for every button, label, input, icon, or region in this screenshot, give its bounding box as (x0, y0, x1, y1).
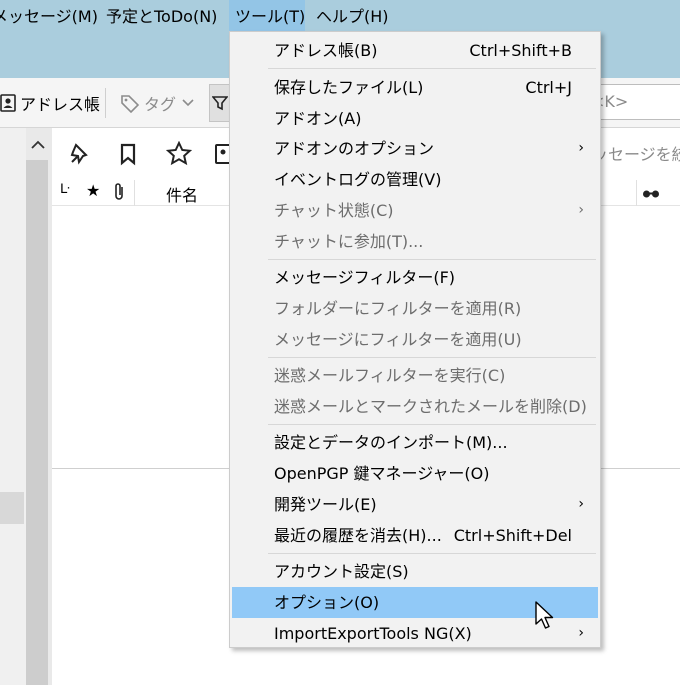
menu-item-openpgp-key-manager[interactable]: OpenPGP 鍵マネージャー(O) (232, 458, 598, 489)
menu-item-shortcut: Ctrl+Shift+B (469, 41, 572, 60)
menu-item-label: アドレス帳(B) (274, 41, 378, 60)
menu-item-label: ImportExportTools NG(X) (274, 624, 472, 643)
contact-icon[interactable] (214, 142, 231, 170)
star-icon[interactable] (165, 140, 193, 171)
menu-item-label: アドオン(A) (274, 109, 362, 128)
menu-item-chat-status[interactable]: チャット状態(C) › (232, 195, 598, 226)
menu-item-import[interactable]: 設定とデータのインポート(M)... (232, 427, 598, 458)
column-picker-icon[interactable] (642, 185, 660, 204)
tag-icon (120, 93, 140, 113)
thread-column-icon[interactable]: ᒷ (60, 182, 70, 197)
menu-help[interactable]: ヘルプ(H) (310, 0, 395, 34)
menu-item-label: 開発ツール(E) (274, 495, 377, 514)
menu-item-label: アドオンのオプション (274, 139, 435, 158)
menu-item-account-settings[interactable]: アカウント設定(S) (232, 556, 598, 587)
menu-item-delete-junk[interactable]: 迷惑メールとマークされたメールを削除(D) (232, 391, 598, 422)
menu-item-clear-history[interactable]: 最近の履歴を消去(H)... Ctrl+Shift+Del (232, 520, 598, 551)
tag-button[interactable]: タグ (120, 78, 198, 128)
menu-item-label: OpenPGP 鍵マネージャー(O) (274, 464, 490, 483)
menu-item-shortcut: Ctrl+Shift+Del (453, 526, 572, 545)
menu-item-addon-options[interactable]: アドオンのオプション › (232, 133, 598, 164)
tag-label: タグ (144, 95, 177, 114)
submenu-arrow-icon: › (578, 140, 584, 156)
scroll-up-icon[interactable] (30, 136, 46, 155)
menu-item-label: 保存したファイル(L) (274, 78, 424, 97)
menu-item-label: フォルダーにフィルターを適用(R) (274, 299, 522, 318)
menu-item-label: 設定とデータのインポート(M)... (274, 433, 508, 452)
menu-item-label: イベントログの管理(V) (274, 170, 442, 189)
menu-separator (268, 553, 596, 554)
menu-item-label: 迷惑メールとマークされたメールを削除(D) (274, 397, 587, 416)
address-book-label: アドレス帳 (20, 95, 101, 114)
menu-separator (268, 357, 596, 358)
menu-item-label: オプション(O) (274, 593, 380, 612)
menu-events-tasks[interactable]: 予定とToDo(N) (100, 0, 223, 34)
menu-item-label: メッセージにフィルターを適用(U) (274, 330, 522, 349)
menu-item-label: チャットに参加(T)... (274, 232, 424, 251)
menu-item-apply-filters-folder[interactable]: フォルダーにフィルターを適用(R) (232, 293, 598, 324)
chevron-down-icon (182, 99, 194, 107)
bookmark-icon[interactable] (118, 142, 138, 170)
submenu-arrow-icon: › (578, 496, 584, 512)
menu-separator (268, 259, 596, 260)
menu-item-label: アカウント設定(S) (274, 562, 409, 581)
submenu-arrow-icon: › (578, 202, 584, 218)
filter-icon (212, 95, 228, 111)
star-column-icon[interactable]: ★ (86, 181, 100, 200)
menu-separator (268, 68, 596, 69)
quick-filter-input[interactable]: ッセージを絞 (592, 140, 680, 170)
subject-column-header[interactable]: 件名 (166, 182, 198, 206)
menu-item-message-filters[interactable]: メッセージフィルター(F) (232, 262, 598, 293)
column-divider (636, 180, 637, 206)
menu-item-label: メッセージフィルター(F) (274, 268, 456, 287)
menu-item-saved-files[interactable]: 保存したファイル(L) Ctrl+J (232, 72, 598, 103)
address-book-button[interactable]: アドレス帳 (0, 78, 100, 128)
column-divider (134, 180, 135, 206)
menu-item-developer-tools[interactable]: 開発ツール(E) › (232, 489, 598, 520)
menu-item-event-log[interactable]: イベントログの管理(V) (232, 164, 598, 195)
menu-item-join-chat[interactable]: チャットに参加(T)... (232, 226, 598, 257)
menu-item-label: チャット状態(C) (274, 201, 394, 220)
pin-icon[interactable] (68, 142, 92, 170)
folder-selected-item[interactable] (0, 492, 24, 524)
menu-item-addons[interactable]: アドオン(A) (232, 103, 598, 134)
menu-item-run-junk-filter[interactable]: 迷惑メールフィルターを実行(C) (232, 360, 598, 391)
attachment-column-icon[interactable] (112, 182, 126, 206)
folder-scrollbar-thumb[interactable] (26, 160, 48, 685)
mouse-cursor-icon (534, 600, 556, 634)
menu-item-label: 迷惑メールフィルターを実行(C) (274, 366, 506, 385)
menu-item-shortcut: Ctrl+J (525, 78, 572, 97)
address-book-icon (0, 94, 16, 112)
menu-item-label: 最近の履歴を消去(H)... (274, 526, 442, 545)
tools-menu: アドレス帳(B) Ctrl+Shift+B 保存したファイル(L) Ctrl+J… (229, 31, 601, 648)
menu-item-apply-filters-message[interactable]: メッセージにフィルターを適用(U) (232, 324, 598, 355)
menu-tools[interactable]: ツール(T) (229, 0, 305, 34)
submenu-arrow-icon: › (578, 625, 584, 641)
menubar: メッセージ(M) 予定とToDo(N) ツール(T) ヘルプ(H) (0, 0, 680, 34)
toolbar-separator (105, 88, 106, 118)
menu-separator (268, 424, 596, 425)
menu-message[interactable]: メッセージ(M) (0, 0, 104, 34)
menu-item-address-book[interactable]: アドレス帳(B) Ctrl+Shift+B (232, 35, 598, 66)
